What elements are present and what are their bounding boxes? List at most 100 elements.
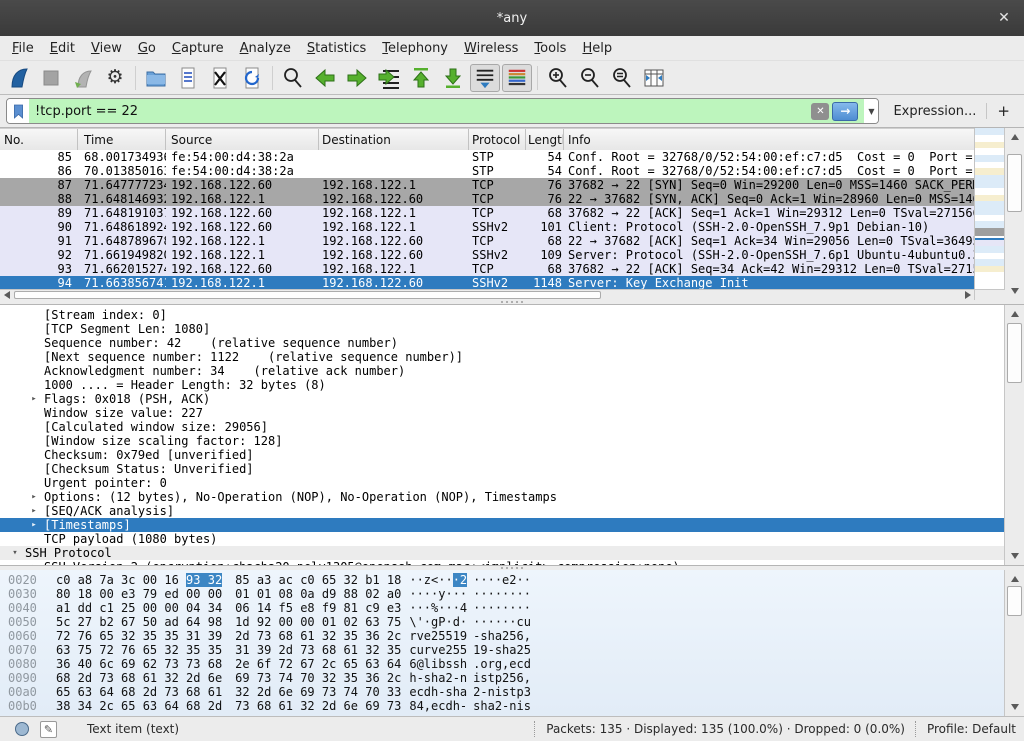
packet-row[interactable]: 9171.648789678192.168.122.1192.168.122.6… xyxy=(0,234,975,248)
filter-text[interactable]: !tcp.port == 22 xyxy=(29,99,811,123)
menu-analyze[interactable]: Analyze xyxy=(232,39,299,58)
detail-line[interactable]: [TCP Segment Len: 1080] xyxy=(0,322,1005,336)
hex-row[interactable]: 008036 40 6c 69 62 73 73 682e 6f 72 67 2… xyxy=(0,657,1005,671)
packet-list-minimap[interactable] xyxy=(974,128,1005,290)
restart-capture-button[interactable] xyxy=(68,64,98,92)
detail-line[interactable]: Sequence number: 42 (relative sequence n… xyxy=(0,336,1005,350)
hex-row[interactable]: 009068 2d 73 68 61 32 2d 6e69 73 74 70 3… xyxy=(0,671,1005,685)
hex-row[interactable]: 006072 76 65 32 35 35 31 392d 73 68 61 3… xyxy=(0,629,1005,643)
capture-options-button[interactable]: ⚙ xyxy=(100,64,130,92)
filter-bookmark-icon[interactable] xyxy=(7,99,29,123)
detail-line[interactable]: Checksum: 0x79ed [unverified] xyxy=(0,448,1005,462)
expression-button[interactable]: Expression... xyxy=(879,104,986,119)
col-time[interactable]: Time xyxy=(78,129,166,151)
packet-row[interactable]: 9271.661949820192.168.122.1192.168.122.6… xyxy=(0,248,975,262)
hex-row[interactable]: 00a065 63 64 68 2d 73 68 6132 2d 6e 69 7… xyxy=(0,685,1005,699)
hex-row[interactable]: 0040a1 dd c1 25 00 00 04 3406 14 f5 e8 f… xyxy=(0,601,1005,615)
menu-file[interactable]: File xyxy=(4,39,42,58)
filter-apply-button[interactable]: → xyxy=(832,102,858,121)
col-no[interactable]: No. xyxy=(0,129,78,151)
save-file-button[interactable] xyxy=(173,64,203,92)
display-filter-input[interactable]: !tcp.port == 22 ✕ → ▼ xyxy=(6,98,879,124)
hex-row[interactable]: 0020c0 a8 7a 3c 00 16 93 3285 a3 ac c0 6… xyxy=(0,573,1005,587)
packet-row[interactable]: 8670.013850163fe:54:00:d4:38:2aSTP54Conf… xyxy=(0,164,975,178)
packet-row[interactable]: 8971.648191037192.168.122.60192.168.122.… xyxy=(0,206,975,220)
open-file-button[interactable] xyxy=(141,64,171,92)
scroll-right-icon[interactable] xyxy=(961,290,975,300)
detail-line[interactable]: [Next sequence number: 1122 (relative se… xyxy=(0,350,1005,364)
stop-capture-button[interactable] xyxy=(36,64,66,92)
detail-line[interactable]: ▸SSH Version 2 (encryption:chacha20-poly… xyxy=(0,560,1005,566)
scroll-up-icon[interactable] xyxy=(1005,572,1024,586)
hex-row[interactable]: 007063 75 72 76 65 32 35 3531 39 2d 73 6… xyxy=(0,643,1005,657)
scroll-down-icon[interactable] xyxy=(1005,284,1024,298)
scroll-down-icon[interactable] xyxy=(1005,700,1024,714)
menu-edit[interactable]: Edit xyxy=(42,39,83,58)
scroll-up-icon[interactable] xyxy=(1005,307,1024,321)
menu-go[interactable]: Go xyxy=(130,39,164,58)
detail-line[interactable]: ▸Flags: 0x018 (PSH, ACK) xyxy=(0,392,1005,406)
packet-row[interactable]: 8771.647777234192.168.122.60192.168.122.… xyxy=(0,178,975,192)
col-destination[interactable]: Destination xyxy=(319,129,469,151)
menu-statistics[interactable]: Statistics xyxy=(299,39,374,58)
details-vscrollbar[interactable] xyxy=(1004,305,1024,565)
zoom-in-button[interactable] xyxy=(543,64,573,92)
profile-label[interactable]: Profile: Default xyxy=(927,722,1016,736)
detail-line[interactable]: ▸[SEQ/ACK analysis] xyxy=(0,504,1005,518)
packet-list-hscrollbar[interactable] xyxy=(0,289,975,300)
go-back-button[interactable] xyxy=(310,64,340,92)
go-to-packet-button[interactable] xyxy=(374,64,404,92)
close-icon[interactable]: ✕ xyxy=(994,8,1014,28)
col-info[interactable]: Info xyxy=(564,129,975,151)
detail-line-ssh-protocol[interactable]: ▾SSH Protocol xyxy=(0,546,1005,560)
packet-list-vscrollbar[interactable] xyxy=(1004,128,1024,300)
detail-line[interactable]: TCP payload (1080 bytes) xyxy=(0,532,1005,546)
detail-line[interactable]: [Checksum Status: Unverified] xyxy=(0,462,1005,476)
hscrollbar-thumb[interactable] xyxy=(14,291,601,299)
hex-row[interactable]: 003080 18 00 e3 79 ed 00 0001 01 08 0a d… xyxy=(0,587,1005,601)
capture-comment-icon[interactable]: ✎ xyxy=(40,721,57,738)
scrollbar-thumb[interactable] xyxy=(1007,154,1022,212)
expert-info-icon[interactable] xyxy=(14,721,30,737)
menu-telephony[interactable]: Telephony xyxy=(374,39,456,58)
resize-columns-button[interactable] xyxy=(639,64,669,92)
menu-wireless[interactable]: Wireless xyxy=(456,39,526,58)
menu-view[interactable]: View xyxy=(83,39,130,58)
detail-line-selected[interactable]: ▸[Timestamps] xyxy=(0,518,1005,532)
scroll-left-icon[interactable] xyxy=(0,290,14,300)
menu-tools[interactable]: Tools xyxy=(526,39,574,58)
packet-row[interactable]: 9071.648618924192.168.122.60192.168.122.… xyxy=(0,220,975,234)
menu-help[interactable]: Help xyxy=(574,39,620,58)
col-protocol[interactable]: Protocol xyxy=(469,129,526,151)
detail-line[interactable]: Urgent pointer: 0 xyxy=(0,476,1005,490)
close-file-button[interactable] xyxy=(205,64,235,92)
detail-line[interactable]: Window size value: 227 xyxy=(0,406,1005,420)
detail-line[interactable]: Acknowledgment number: 34 (relative ack … xyxy=(0,364,1005,378)
filter-history-dropdown[interactable]: ▼ xyxy=(864,99,878,123)
hex-vscrollbar[interactable] xyxy=(1004,570,1024,716)
scrollbar-thumb[interactable] xyxy=(1007,586,1022,616)
detail-line[interactable]: [Stream index: 0] xyxy=(0,308,1005,322)
scrollbar-thumb[interactable] xyxy=(1007,323,1022,383)
packet-row[interactable]: 8871.648146932192.168.122.1192.168.122.6… xyxy=(0,192,975,206)
packet-row-selected[interactable]: 9471.663856741192.168.122.1192.168.122.6… xyxy=(0,276,975,290)
detail-line[interactable]: [Calculated window size: 29056] xyxy=(0,420,1005,434)
auto-scroll-toggle[interactable] xyxy=(470,64,500,92)
go-first-button[interactable] xyxy=(406,64,436,92)
filter-clear-button[interactable]: ✕ xyxy=(811,103,829,120)
col-length[interactable]: Length xyxy=(526,129,564,151)
zoom-reset-button[interactable] xyxy=(607,64,637,92)
reload-file-button[interactable] xyxy=(237,64,267,92)
start-capture-button[interactable] xyxy=(4,64,34,92)
packet-row[interactable]: 9371.662015274192.168.122.60192.168.122.… xyxy=(0,262,975,276)
go-last-button[interactable] xyxy=(438,64,468,92)
scroll-down-icon[interactable] xyxy=(1005,549,1024,563)
col-source[interactable]: Source xyxy=(166,129,319,151)
hex-row[interactable]: 00b038 34 2c 65 63 64 68 2d73 68 61 32 2… xyxy=(0,699,1005,713)
colorize-toggle[interactable] xyxy=(502,64,532,92)
hex-row[interactable]: 00505c 27 b2 67 50 ad 64 981d 92 00 00 0… xyxy=(0,615,1005,629)
detail-line[interactable]: ▸Options: (12 bytes), No-Operation (NOP)… xyxy=(0,490,1005,504)
scroll-up-icon[interactable] xyxy=(1005,130,1024,144)
detail-line[interactable]: 1000 .... = Header Length: 32 bytes (8) xyxy=(0,378,1005,392)
go-forward-button[interactable] xyxy=(342,64,372,92)
